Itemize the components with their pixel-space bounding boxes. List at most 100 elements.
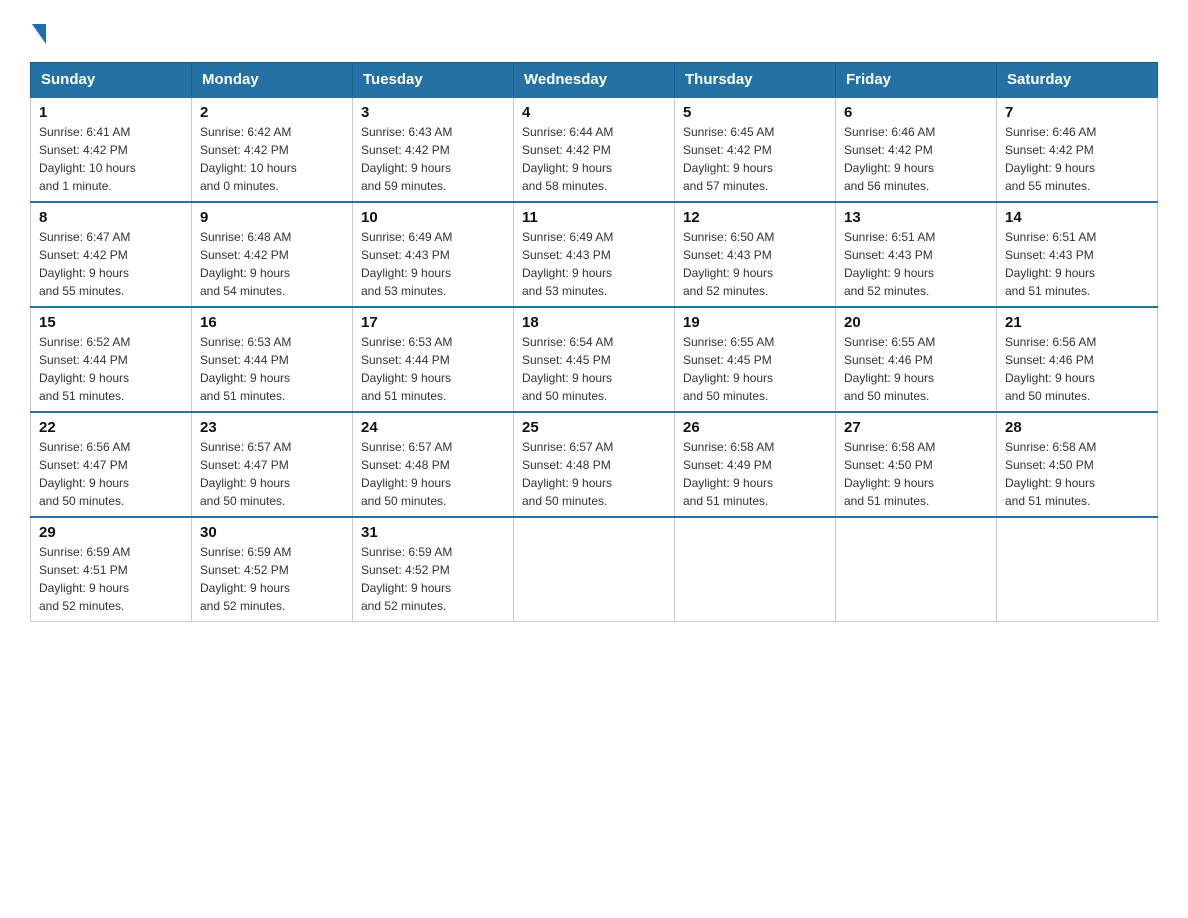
day-number: 23 (200, 419, 344, 436)
day-number: 25 (522, 419, 666, 436)
day-info: Sunrise: 6:56 AMSunset: 4:46 PMDaylight:… (1005, 333, 1149, 405)
calendar-cell: 27 Sunrise: 6:58 AMSunset: 4:50 PMDayligh… (836, 412, 997, 517)
calendar-cell: 21 Sunrise: 6:56 AMSunset: 4:46 PMDayligh… (997, 307, 1158, 412)
day-number: 8 (39, 209, 183, 226)
calendar-cell: 22 Sunrise: 6:56 AMSunset: 4:47 PMDayligh… (31, 412, 192, 517)
day-number: 22 (39, 419, 183, 436)
day-number: 31 (361, 524, 505, 541)
calendar-cell: 18 Sunrise: 6:54 AMSunset: 4:45 PMDayligh… (514, 307, 675, 412)
calendar-cell: 8 Sunrise: 6:47 AMSunset: 4:42 PMDaylight… (31, 202, 192, 307)
day-number: 29 (39, 524, 183, 541)
week-row-5: 29 Sunrise: 6:59 AMSunset: 4:51 PMDayligh… (31, 517, 1158, 622)
day-number: 18 (522, 314, 666, 331)
day-info: Sunrise: 6:42 AMSunset: 4:42 PMDaylight:… (200, 123, 344, 195)
day-info: Sunrise: 6:58 AMSunset: 4:50 PMDaylight:… (844, 438, 988, 510)
day-number: 1 (39, 104, 183, 121)
calendar-cell: 20 Sunrise: 6:55 AMSunset: 4:46 PMDayligh… (836, 307, 997, 412)
weekday-header-tuesday: Tuesday (353, 63, 514, 98)
weekday-header-saturday: Saturday (997, 63, 1158, 98)
day-info: Sunrise: 6:43 AMSunset: 4:42 PMDaylight:… (361, 123, 505, 195)
header (30, 20, 1158, 44)
day-info: Sunrise: 6:44 AMSunset: 4:42 PMDaylight:… (522, 123, 666, 195)
day-number: 12 (683, 209, 827, 226)
weekday-header-friday: Friday (836, 63, 997, 98)
day-number: 15 (39, 314, 183, 331)
calendar-cell: 4 Sunrise: 6:44 AMSunset: 4:42 PMDaylight… (514, 97, 675, 202)
day-info: Sunrise: 6:59 AMSunset: 4:52 PMDaylight:… (361, 543, 505, 615)
day-info: Sunrise: 6:49 AMSunset: 4:43 PMDaylight:… (361, 228, 505, 300)
weekday-header-monday: Monday (192, 63, 353, 98)
weekday-header-thursday: Thursday (675, 63, 836, 98)
calendar-cell: 25 Sunrise: 6:57 AMSunset: 4:48 PMDayligh… (514, 412, 675, 517)
day-info: Sunrise: 6:59 AMSunset: 4:52 PMDaylight:… (200, 543, 344, 615)
header-row: SundayMondayTuesdayWednesdayThursdayFrid… (31, 63, 1158, 98)
day-info: Sunrise: 6:47 AMSunset: 4:42 PMDaylight:… (39, 228, 183, 300)
calendar-cell: 2Sunrise: 6:42 AMSunset: 4:42 PMDaylight… (192, 97, 353, 202)
day-info: Sunrise: 6:54 AMSunset: 4:45 PMDaylight:… (522, 333, 666, 405)
calendar-cell (997, 517, 1158, 622)
logo (30, 20, 46, 44)
day-info: Sunrise: 6:58 AMSunset: 4:49 PMDaylight:… (683, 438, 827, 510)
day-info: Sunrise: 6:51 AMSunset: 4:43 PMDaylight:… (844, 228, 988, 300)
day-info: Sunrise: 6:57 AMSunset: 4:48 PMDaylight:… (522, 438, 666, 510)
calendar-cell: 26 Sunrise: 6:58 AMSunset: 4:49 PMDayligh… (675, 412, 836, 517)
day-info: Sunrise: 6:57 AMSunset: 4:47 PMDaylight:… (200, 438, 344, 510)
week-row-1: 1 Sunrise: 6:41 AMSunset: 4:42 PMDaylight… (31, 97, 1158, 202)
day-info: Sunrise: 6:55 AMSunset: 4:46 PMDaylight:… (844, 333, 988, 405)
day-info: Sunrise: 6:49 AMSunset: 4:43 PMDaylight:… (522, 228, 666, 300)
calendar-cell (675, 517, 836, 622)
calendar-cell: 13 Sunrise: 6:51 AMSunset: 4:43 PMDayligh… (836, 202, 997, 307)
day-number: 28 (1005, 419, 1149, 436)
calendar-cell: 10 Sunrise: 6:49 AMSunset: 4:43 PMDayligh… (353, 202, 514, 307)
calendar-cell: 1 Sunrise: 6:41 AMSunset: 4:42 PMDaylight… (31, 97, 192, 202)
day-number: 20 (844, 314, 988, 331)
calendar-cell: 5Sunrise: 6:45 AMSunset: 4:42 PMDaylight… (675, 97, 836, 202)
day-info: Sunrise: 6:51 AMSunset: 4:43 PMDaylight:… (1005, 228, 1149, 300)
day-number: 21 (1005, 314, 1149, 331)
calendar-cell: 12 Sunrise: 6:50 AMSunset: 4:43 PMDayligh… (675, 202, 836, 307)
day-info: Sunrise: 6:55 AMSunset: 4:45 PMDaylight:… (683, 333, 827, 405)
day-info: Sunrise: 6:41 AMSunset: 4:42 PMDaylight:… (39, 123, 183, 195)
calendar-cell: 28Sunrise: 6:58 AMSunset: 4:50 PMDayligh… (997, 412, 1158, 517)
day-number: 17 (361, 314, 505, 331)
calendar-cell: 7Sunrise: 6:46 AMSunset: 4:42 PMDaylight… (997, 97, 1158, 202)
weekday-header-wednesday: Wednesday (514, 63, 675, 98)
day-number: 30 (200, 524, 344, 541)
calendar-cell: 11 Sunrise: 6:49 AMSunset: 4:43 PMDayligh… (514, 202, 675, 307)
week-row-2: 8 Sunrise: 6:47 AMSunset: 4:42 PMDaylight… (31, 202, 1158, 307)
calendar-cell: 29 Sunrise: 6:59 AMSunset: 4:51 PMDayligh… (31, 517, 192, 622)
day-info: Sunrise: 6:56 AMSunset: 4:47 PMDaylight:… (39, 438, 183, 510)
week-row-3: 15 Sunrise: 6:52 AMSunset: 4:44 PMDayligh… (31, 307, 1158, 412)
day-info: Sunrise: 6:46 AMSunset: 4:42 PMDaylight:… (1005, 123, 1149, 195)
calendar-cell: 17 Sunrise: 6:53 AMSunset: 4:44 PMDayligh… (353, 307, 514, 412)
day-number: 4 (522, 104, 666, 121)
calendar-cell: 24 Sunrise: 6:57 AMSunset: 4:48 PMDayligh… (353, 412, 514, 517)
calendar-cell: 9 Sunrise: 6:48 AMSunset: 4:42 PMDaylight… (192, 202, 353, 307)
calendar-cell: 15 Sunrise: 6:52 AMSunset: 4:44 PMDayligh… (31, 307, 192, 412)
calendar-cell: 3Sunrise: 6:43 AMSunset: 4:42 PMDaylight… (353, 97, 514, 202)
logo-triangle-icon (32, 24, 46, 44)
day-number: 13 (844, 209, 988, 226)
day-number: 11 (522, 209, 666, 226)
day-info: Sunrise: 6:50 AMSunset: 4:43 PMDaylight:… (683, 228, 827, 300)
day-number: 27 (844, 419, 988, 436)
week-row-4: 22 Sunrise: 6:56 AMSunset: 4:47 PMDayligh… (31, 412, 1158, 517)
calendar-cell: 19 Sunrise: 6:55 AMSunset: 4:45 PMDayligh… (675, 307, 836, 412)
day-number: 24 (361, 419, 505, 436)
day-info: Sunrise: 6:53 AMSunset: 4:44 PMDaylight:… (361, 333, 505, 405)
day-info: Sunrise: 6:57 AMSunset: 4:48 PMDaylight:… (361, 438, 505, 510)
day-number: 19 (683, 314, 827, 331)
calendar-cell: 16Sunrise: 6:53 AMSunset: 4:44 PMDayligh… (192, 307, 353, 412)
day-info: Sunrise: 6:59 AMSunset: 4:51 PMDaylight:… (39, 543, 183, 615)
day-number: 10 (361, 209, 505, 226)
day-number: 26 (683, 419, 827, 436)
day-info: Sunrise: 6:52 AMSunset: 4:44 PMDaylight:… (39, 333, 183, 405)
calendar-cell: 14Sunrise: 6:51 AMSunset: 4:43 PMDayligh… (997, 202, 1158, 307)
day-info: Sunrise: 6:53 AMSunset: 4:44 PMDaylight:… (200, 333, 344, 405)
calendar-cell (836, 517, 997, 622)
day-number: 9 (200, 209, 344, 226)
day-info: Sunrise: 6:48 AMSunset: 4:42 PMDaylight:… (200, 228, 344, 300)
calendar-cell: 31 Sunrise: 6:59 AMSunset: 4:52 PMDayligh… (353, 517, 514, 622)
day-info: Sunrise: 6:45 AMSunset: 4:42 PMDaylight:… (683, 123, 827, 195)
day-number: 6 (844, 104, 988, 121)
